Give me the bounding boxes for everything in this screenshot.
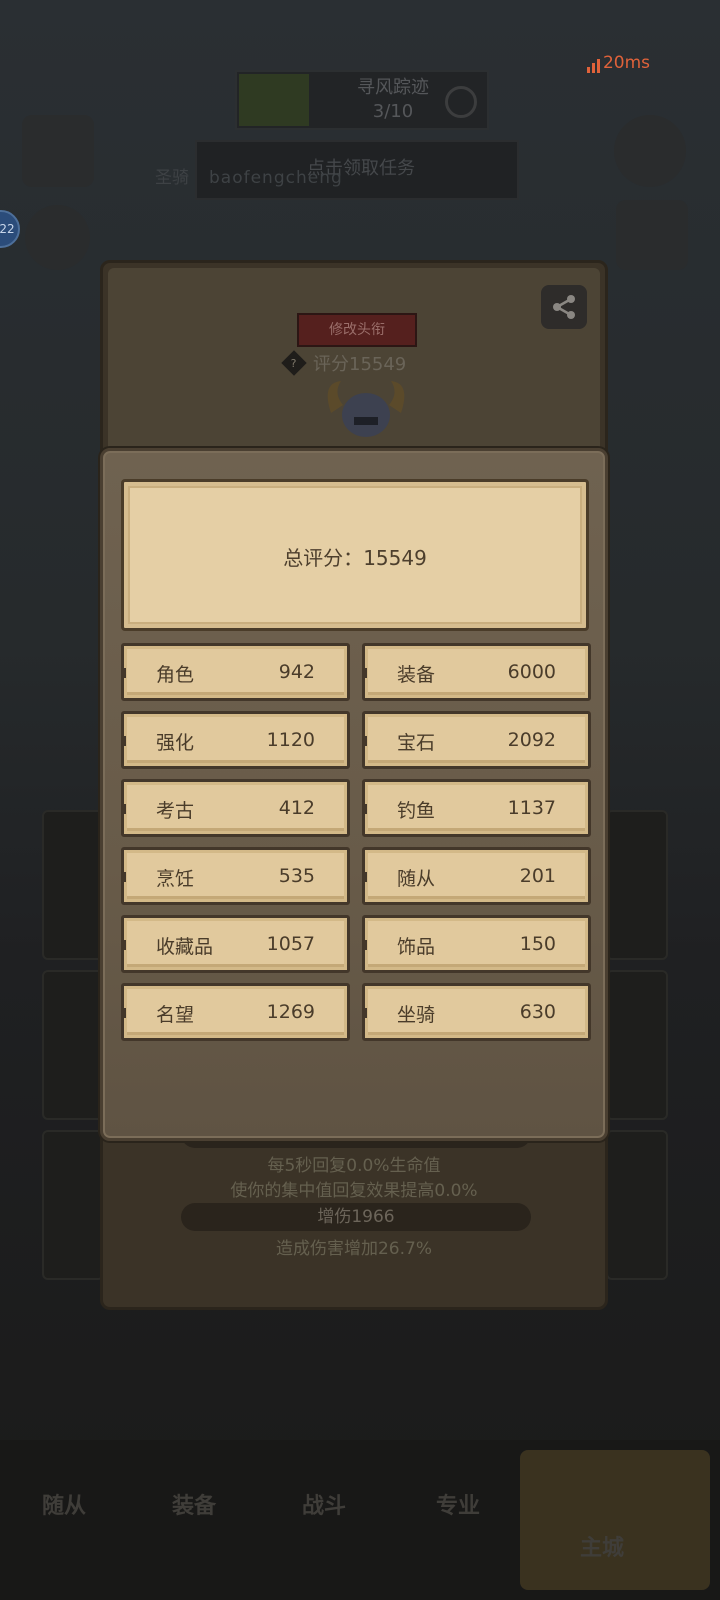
- frame-notch: [121, 940, 126, 950]
- total-score: 总评分：15549: [283, 546, 427, 570]
- character-helmet-icon: [327, 381, 405, 437]
- score-item: 角色 942: [121, 643, 350, 701]
- side-slot-right-2[interactable]: [606, 970, 668, 1120]
- score-item-label: 收藏品: [156, 936, 214, 958]
- side-slot-right-3[interactable]: [606, 1130, 668, 1280]
- quest-tracker[interactable]: 寻风踪迹 3/10: [235, 70, 489, 130]
- score-item: 名望 1269: [121, 983, 350, 1041]
- score-grid: 角色 942 装备 6000 强化 1120 宝石 2092 考古 412 钓鱼 1137 烹饪 535 随…: [121, 643, 591, 1041]
- quest-title: 寻风踪迹: [357, 77, 429, 98]
- recover-desc-2: 使你的集中值回复效果提高0.0%: [230, 1181, 478, 1201]
- score-item: 收藏品 1057: [121, 915, 350, 973]
- score-item-value: 1120: [266, 729, 315, 751]
- score-breakdown-dialog: 总评分：15549 角色 942 装备 6000 强化 1120 宝石 2092 考古 412 钓鱼…: [100, 448, 608, 1141]
- score-item: 装备 6000: [362, 643, 591, 701]
- frame-notch: [362, 668, 367, 678]
- damage-stat: 增伤1966: [181, 1203, 531, 1231]
- frame-notch: [121, 804, 126, 814]
- ping-value: 20ms: [602, 53, 650, 73]
- score-item-value: 1057: [266, 933, 315, 955]
- score-item: 随从 201: [362, 847, 591, 905]
- edit-title-button[interactable]: 修改头衔: [297, 313, 417, 347]
- nav-followers[interactable]: 随从: [42, 1488, 86, 1520]
- quest-icon: [239, 74, 309, 126]
- score-item-label: 随从: [397, 868, 436, 890]
- frame-notch: [362, 1008, 367, 1018]
- score-item: 强化 1120: [121, 711, 350, 769]
- frame-notch: [362, 736, 367, 746]
- bottom-nav: 随从 装备 战斗 专业 主城: [0, 1440, 720, 1600]
- score-item-value: 535: [278, 865, 315, 887]
- score-item-label: 强化: [156, 732, 195, 754]
- score-item: 坐骑 630: [362, 983, 591, 1041]
- chest-icon[interactable]: [616, 200, 688, 270]
- score-item-value: 1269: [266, 1001, 315, 1023]
- recover-desc-1: 每5秒回复0.0%生命值: [267, 1156, 441, 1176]
- score-item-value: 412: [278, 797, 315, 819]
- ability-icon[interactable]: [25, 205, 90, 270]
- refresh-icon[interactable]: [445, 86, 477, 118]
- score-item-label: 名望: [156, 1004, 195, 1026]
- score-item: 宝石 2092: [362, 711, 591, 769]
- score-item-value: 942: [278, 661, 315, 683]
- damage-desc: 造成伤害增加26.7%: [275, 1239, 432, 1259]
- share-icon: [553, 295, 575, 319]
- score-item-value: 630: [519, 1001, 556, 1023]
- total-score-card: 总评分：15549: [121, 479, 589, 631]
- frame-notch: [362, 940, 367, 950]
- score-item-value: 6000: [507, 661, 556, 683]
- settings-gear-icon[interactable]: [614, 115, 686, 187]
- nav-profession[interactable]: 专业: [436, 1488, 480, 1520]
- frame-notch: [121, 736, 126, 746]
- score-item-label: 烹饪: [156, 868, 195, 890]
- score-item-value: 2092: [507, 729, 556, 751]
- nav-equipment[interactable]: 装备: [172, 1488, 216, 1520]
- score-item-value: 1137: [507, 797, 556, 819]
- score-item-label: 饰品: [397, 936, 436, 958]
- network-latency: 20ms: [586, 53, 650, 73]
- side-slot-left-3[interactable]: [42, 1130, 104, 1280]
- frame-notch: [121, 668, 126, 678]
- nav-main-city-label: 主城: [580, 1536, 625, 1561]
- score-item-label: 坐骑: [397, 1004, 436, 1026]
- nav-main-city[interactable]: 主城: [520, 1450, 710, 1590]
- score-item-label: 考古: [156, 800, 195, 822]
- score-item-label: 钓鱼: [397, 800, 436, 822]
- frame-notch: [121, 872, 126, 882]
- score-item-value: 150: [519, 933, 556, 955]
- share-button[interactable]: [541, 285, 587, 329]
- ranking-icon[interactable]: [22, 115, 94, 187]
- score-item: 钓鱼 1137: [362, 779, 591, 837]
- signal-icon: [586, 59, 600, 73]
- side-slot-right-1[interactable]: [606, 810, 668, 960]
- frame-notch: [362, 872, 367, 882]
- frame-notch: [362, 804, 367, 814]
- score-item-label: 角色: [156, 664, 195, 686]
- side-slot-left-1[interactable]: [42, 810, 104, 960]
- level-badge: 22: [0, 210, 20, 248]
- player-class: 圣骑: [155, 168, 189, 188]
- score-item-label: 宝石: [397, 732, 436, 754]
- score-item-value: 201: [519, 865, 556, 887]
- total-score-value: 15549: [363, 546, 427, 570]
- player-name: baofengcheng: [209, 168, 343, 188]
- player-info: 圣骑 baofengcheng: [155, 163, 343, 188]
- score-item-label: 装备: [397, 664, 436, 686]
- nav-battle[interactable]: 战斗: [302, 1488, 346, 1520]
- frame-notch: [121, 1008, 126, 1018]
- side-slot-left-2[interactable]: [42, 970, 104, 1120]
- score-item: 烹饪 535: [121, 847, 350, 905]
- score-item: 饰品 150: [362, 915, 591, 973]
- help-icon[interactable]: ?: [281, 350, 307, 376]
- score-item: 考古 412: [121, 779, 350, 837]
- quest-progress: 3/10: [372, 101, 414, 122]
